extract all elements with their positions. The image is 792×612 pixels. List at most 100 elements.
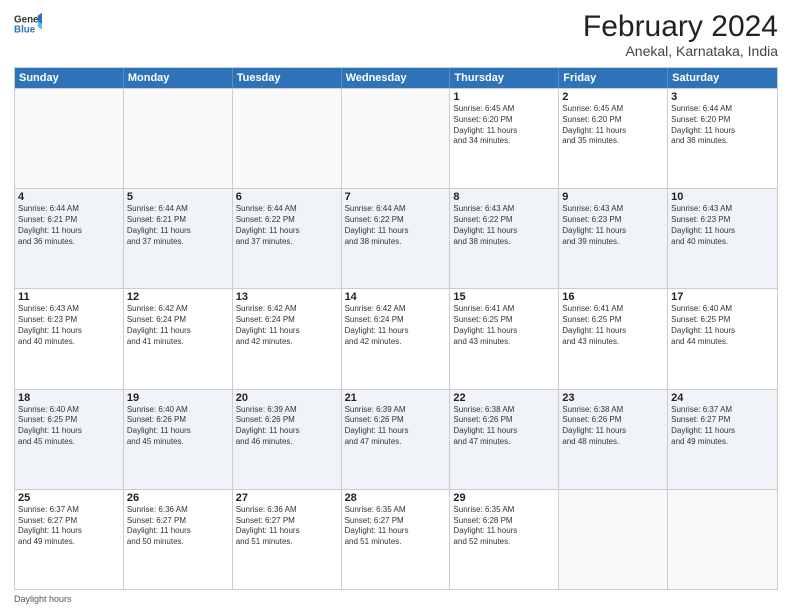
cal-cell: 24Sunrise: 6:37 AMSunset: 6:27 PMDayligh… xyxy=(668,390,777,489)
day-number: 21 xyxy=(345,392,447,404)
page-subtitle: Anekal, Karnataka, India xyxy=(583,43,778,59)
cal-cell: 8Sunrise: 6:43 AMSunset: 6:22 PMDaylight… xyxy=(450,189,559,288)
cal-row: 18Sunrise: 6:40 AMSunset: 6:25 PMDayligh… xyxy=(15,389,777,489)
cal-cell: 27Sunrise: 6:36 AMSunset: 6:27 PMDayligh… xyxy=(233,490,342,589)
cal-cell: 6Sunrise: 6:44 AMSunset: 6:22 PMDaylight… xyxy=(233,189,342,288)
day-number: 9 xyxy=(562,191,664,203)
day-number: 24 xyxy=(671,392,774,404)
cal-cell: 1Sunrise: 6:45 AMSunset: 6:20 PMDaylight… xyxy=(450,89,559,188)
cell-info: Sunrise: 6:42 AMSunset: 6:24 PMDaylight:… xyxy=(127,304,229,347)
cell-info: Sunrise: 6:41 AMSunset: 6:25 PMDaylight:… xyxy=(453,304,555,347)
cell-info: Sunrise: 6:43 AMSunset: 6:23 PMDaylight:… xyxy=(671,204,774,247)
header: General Blue February 2024 Anekal, Karna… xyxy=(14,10,778,59)
cell-info: Sunrise: 6:35 AMSunset: 6:28 PMDaylight:… xyxy=(453,505,555,548)
cal-cell: 25Sunrise: 6:37 AMSunset: 6:27 PMDayligh… xyxy=(15,490,124,589)
cal-cell: 17Sunrise: 6:40 AMSunset: 6:25 PMDayligh… xyxy=(668,289,777,388)
day-number: 22 xyxy=(453,392,555,404)
cell-info: Sunrise: 6:38 AMSunset: 6:26 PMDaylight:… xyxy=(453,405,555,448)
cal-cell: 21Sunrise: 6:39 AMSunset: 6:26 PMDayligh… xyxy=(342,390,451,489)
day-number: 19 xyxy=(127,392,229,404)
cal-cell: 14Sunrise: 6:42 AMSunset: 6:24 PMDayligh… xyxy=(342,289,451,388)
cal-header-day: Tuesday xyxy=(233,68,342,88)
cal-cell xyxy=(124,89,233,188)
cell-info: Sunrise: 6:43 AMSunset: 6:22 PMDaylight:… xyxy=(453,204,555,247)
cell-info: Sunrise: 6:38 AMSunset: 6:26 PMDaylight:… xyxy=(562,405,664,448)
title-block: February 2024 Anekal, Karnataka, India xyxy=(583,10,778,59)
cell-info: Sunrise: 6:40 AMSunset: 6:26 PMDaylight:… xyxy=(127,405,229,448)
logo: General Blue xyxy=(14,10,42,38)
day-number: 5 xyxy=(127,191,229,203)
day-number: 2 xyxy=(562,91,664,103)
cell-info: Sunrise: 6:41 AMSunset: 6:25 PMDaylight:… xyxy=(562,304,664,347)
day-number: 12 xyxy=(127,291,229,303)
day-number: 25 xyxy=(18,492,120,504)
cal-header-day: Thursday xyxy=(450,68,559,88)
cal-header-day: Sunday xyxy=(15,68,124,88)
cal-cell: 29Sunrise: 6:35 AMSunset: 6:28 PMDayligh… xyxy=(450,490,559,589)
cal-cell: 20Sunrise: 6:39 AMSunset: 6:26 PMDayligh… xyxy=(233,390,342,489)
cal-cell xyxy=(15,89,124,188)
cell-info: Sunrise: 6:37 AMSunset: 6:27 PMDaylight:… xyxy=(18,505,120,548)
page: General Blue February 2024 Anekal, Karna… xyxy=(0,0,792,612)
logo-icon: General Blue xyxy=(14,10,42,38)
day-number: 20 xyxy=(236,392,338,404)
cal-cell: 18Sunrise: 6:40 AMSunset: 6:25 PMDayligh… xyxy=(15,390,124,489)
calendar-header: SundayMondayTuesdayWednesdayThursdayFrid… xyxy=(15,68,777,88)
day-number: 17 xyxy=(671,291,774,303)
cal-header-day: Saturday xyxy=(668,68,777,88)
day-number: 6 xyxy=(236,191,338,203)
cal-cell: 16Sunrise: 6:41 AMSunset: 6:25 PMDayligh… xyxy=(559,289,668,388)
day-number: 3 xyxy=(671,91,774,103)
cell-info: Sunrise: 6:42 AMSunset: 6:24 PMDaylight:… xyxy=(236,304,338,347)
cell-info: Sunrise: 6:44 AMSunset: 6:22 PMDaylight:… xyxy=(345,204,447,247)
cell-info: Sunrise: 6:39 AMSunset: 6:26 PMDaylight:… xyxy=(236,405,338,448)
cal-cell: 7Sunrise: 6:44 AMSunset: 6:22 PMDaylight… xyxy=(342,189,451,288)
day-number: 4 xyxy=(18,191,120,203)
cal-row: 11Sunrise: 6:43 AMSunset: 6:23 PMDayligh… xyxy=(15,288,777,388)
cal-cell xyxy=(233,89,342,188)
cell-info: Sunrise: 6:43 AMSunset: 6:23 PMDaylight:… xyxy=(18,304,120,347)
svg-text:Blue: Blue xyxy=(14,24,36,35)
footer: Daylight hours xyxy=(14,594,778,604)
calendar: SundayMondayTuesdayWednesdayThursdayFrid… xyxy=(14,67,778,590)
cal-cell: 12Sunrise: 6:42 AMSunset: 6:24 PMDayligh… xyxy=(124,289,233,388)
day-number: 23 xyxy=(562,392,664,404)
day-number: 1 xyxy=(453,91,555,103)
cal-cell: 10Sunrise: 6:43 AMSunset: 6:23 PMDayligh… xyxy=(668,189,777,288)
cell-info: Sunrise: 6:39 AMSunset: 6:26 PMDaylight:… xyxy=(345,405,447,448)
day-number: 8 xyxy=(453,191,555,203)
cal-row: 25Sunrise: 6:37 AMSunset: 6:27 PMDayligh… xyxy=(15,489,777,589)
cal-cell: 28Sunrise: 6:35 AMSunset: 6:27 PMDayligh… xyxy=(342,490,451,589)
day-number: 14 xyxy=(345,291,447,303)
cell-info: Sunrise: 6:36 AMSunset: 6:27 PMDaylight:… xyxy=(236,505,338,548)
cal-cell: 3Sunrise: 6:44 AMSunset: 6:20 PMDaylight… xyxy=(668,89,777,188)
cal-cell xyxy=(559,490,668,589)
page-title: February 2024 xyxy=(583,10,778,43)
day-number: 10 xyxy=(671,191,774,203)
cell-info: Sunrise: 6:35 AMSunset: 6:27 PMDaylight:… xyxy=(345,505,447,548)
cell-info: Sunrise: 6:36 AMSunset: 6:27 PMDaylight:… xyxy=(127,505,229,548)
cal-cell xyxy=(342,89,451,188)
cell-info: Sunrise: 6:43 AMSunset: 6:23 PMDaylight:… xyxy=(562,204,664,247)
cal-cell: 26Sunrise: 6:36 AMSunset: 6:27 PMDayligh… xyxy=(124,490,233,589)
cal-cell xyxy=(668,490,777,589)
cell-info: Sunrise: 6:44 AMSunset: 6:21 PMDaylight:… xyxy=(127,204,229,247)
cell-info: Sunrise: 6:45 AMSunset: 6:20 PMDaylight:… xyxy=(562,104,664,147)
footer-text: Daylight hours xyxy=(14,594,72,604)
day-number: 26 xyxy=(127,492,229,504)
day-number: 27 xyxy=(236,492,338,504)
cell-info: Sunrise: 6:44 AMSunset: 6:20 PMDaylight:… xyxy=(671,104,774,147)
cal-cell: 4Sunrise: 6:44 AMSunset: 6:21 PMDaylight… xyxy=(15,189,124,288)
cell-info: Sunrise: 6:40 AMSunset: 6:25 PMDaylight:… xyxy=(18,405,120,448)
cal-cell: 19Sunrise: 6:40 AMSunset: 6:26 PMDayligh… xyxy=(124,390,233,489)
cal-cell: 2Sunrise: 6:45 AMSunset: 6:20 PMDaylight… xyxy=(559,89,668,188)
cal-cell: 13Sunrise: 6:42 AMSunset: 6:24 PMDayligh… xyxy=(233,289,342,388)
cal-cell: 5Sunrise: 6:44 AMSunset: 6:21 PMDaylight… xyxy=(124,189,233,288)
cell-info: Sunrise: 6:44 AMSunset: 6:21 PMDaylight:… xyxy=(18,204,120,247)
cal-header-day: Wednesday xyxy=(342,68,451,88)
cal-row: 1 Sunrise: 6:45 AMSunset: 6:20 PMDaylight… xyxy=(15,88,777,188)
cell-info: Sunrise: 6:37 AMSunset: 6:27 PMDaylight:… xyxy=(671,405,774,448)
day-number: 16 xyxy=(562,291,664,303)
cal-header-day: Friday xyxy=(559,68,668,88)
day-number: 11 xyxy=(18,291,120,303)
